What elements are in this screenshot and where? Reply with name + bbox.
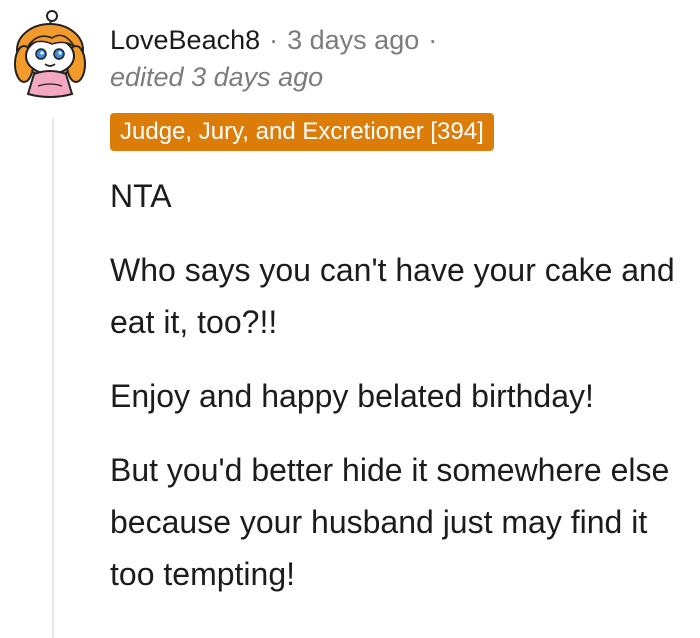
timestamp[interactable]: 3 days ago [287,25,419,56]
comment: LoveBeach8 · 3 days ago · edited 3 days … [0,0,700,638]
meta-separator: · [269,24,279,55]
comment-paragraph: But you'd better hide it somewhere else … [110,452,670,592]
comment-paragraph: Who says you can't have your cake and ea… [110,252,675,340]
comment-paragraph: NTA [110,178,172,214]
comment-paragraph: Enjoy and happy belated birthday! [110,378,594,414]
meta-separator: · [428,24,438,55]
avatar[interactable] [8,8,100,100]
username[interactable]: LoveBeach8 [110,25,260,56]
comment-meta: LoveBeach8 · 3 days ago · [110,22,446,58]
user-flair: Judge, Jury, and Excretioner [394] [110,113,494,151]
thread-line[interactable] [52,118,54,638]
comment-body: NTA Who says you can't have your cake an… [110,170,698,622]
snoo-avatar-icon [14,10,86,98]
edited-label: edited 3 days ago [110,62,324,92]
